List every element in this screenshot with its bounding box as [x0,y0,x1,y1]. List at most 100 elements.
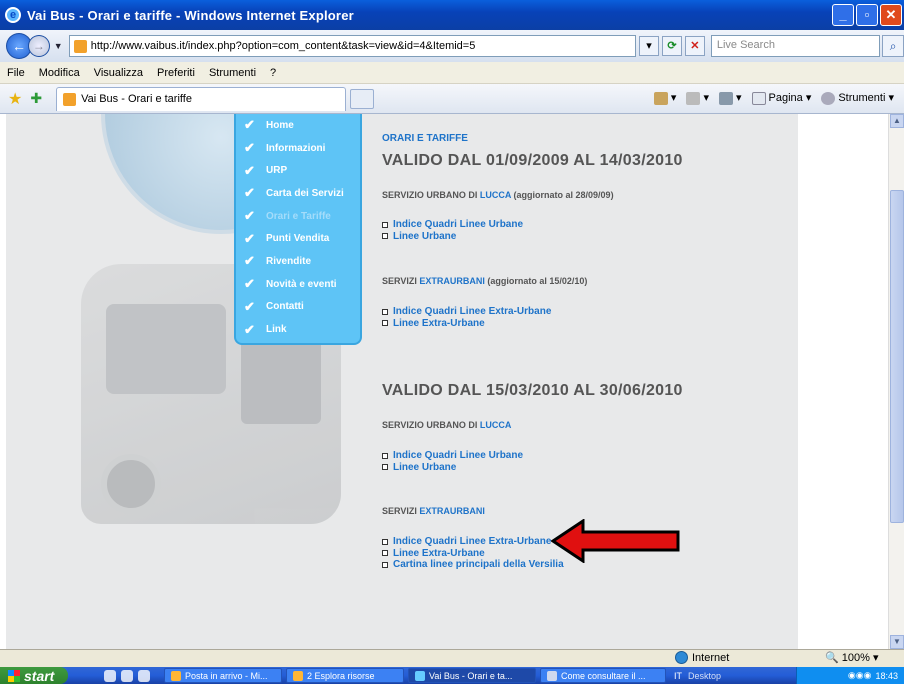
taskbar: start Posta in arrivo - Mi... 2 Esplora … [0,667,904,684]
page-menu-button[interactable]: Pagina ▾ [751,91,811,105]
url-text: http://www.vaibus.it/index.php?option=co… [90,40,476,52]
security-zone: Internet [675,651,729,664]
p1-link-indice-extra[interactable]: Indice Quadri Linee Extra-Urbane [382,306,551,318]
search-icon[interactable]: ⌕ [882,35,904,57]
print-button[interactable]: ▾ [718,91,742,105]
p2-link-indice-extra[interactable]: Indice Quadri Linee Extra-Urbane [382,536,564,548]
word-icon [547,670,557,681]
new-tab-button[interactable] [350,88,375,109]
taskbar-item-posta[interactable]: Posta in arrivo - Mi... [164,668,282,683]
tab-title: Vai Bus - Orari e tariffe [81,93,192,105]
favorites-star-icon[interactable]: ★ [8,89,22,109]
page-menu-label: Pagina [768,92,803,104]
desktop-toolbar[interactable]: Desktop [688,671,721,681]
feeds-button[interactable]: ▾ [686,91,709,105]
zoom-control[interactable]: 🔍 100% ▾ [825,651,878,664]
right-margin [798,114,888,649]
check-icon: ✔ [244,117,255,133]
vertical-scrollbar[interactable]: ▲ ▼ [888,114,904,649]
tab-bar: ★ ✚ Vai Bus - Orari e tariffe ▾ ▾ ▾ Pagi… [0,84,904,114]
tools-menu-button[interactable]: Strumenti ▾ [821,91,894,105]
site-menu-informazioni[interactable]: ✔ Informazioni [236,137,360,160]
home-button[interactable]: ▾ [653,91,676,105]
history-dropdown-icon[interactable]: ▼ [54,41,63,51]
start-label: start [24,667,55,684]
outlook-icon [171,670,181,681]
bullet-icon [382,308,388,315]
bullet-icon [382,221,388,228]
p1-extra-label: SERVIZI EXTRAURBANI (aggiornato al 15/02… [382,276,588,286]
menu-preferiti[interactable]: Preferiti [150,67,202,79]
zoom-level: 100% [841,652,870,664]
gear-icon [821,91,836,105]
scroll-thumb[interactable] [890,190,904,523]
bullet-icon [382,233,388,240]
explorer-quicklaunch-icon[interactable] [138,669,150,682]
check-icon: ✔ [244,298,255,314]
minimize-button[interactable]: _ [832,4,854,26]
taskbar-item-word[interactable]: Come consultare il ... [540,668,666,683]
tab-vaibus[interactable]: Vai Bus - Orari e tariffe [56,86,347,111]
forward-button[interactable]: → [27,35,50,57]
menu-bar: File Modifica Visualizza Preferiti Strum… [0,62,904,84]
site-menu-punti-vendita[interactable]: ✔ Punti Vendita [236,227,360,250]
check-icon: ✔ [244,140,255,156]
zone-label: Internet [692,651,730,664]
menu-file[interactable]: File [0,67,32,79]
maximize-button[interactable]: ▫ [856,4,878,26]
page-icon [751,91,766,105]
site-menu-home[interactable]: ✔ Home [236,114,360,137]
site-menu-contatti[interactable]: ✔ Contatti [236,296,360,319]
site-menu-novita[interactable]: ✔ Novità e eventi [236,273,360,296]
status-bar: Internet 🔍 100% ▾ [0,649,904,667]
check-icon: ✔ [244,230,255,246]
window-title: Vai Bus - Orari e tariffe - Windows Inte… [27,7,354,23]
stop-button[interactable]: ✕ [684,36,705,56]
taskbar-item-esplora[interactable]: 2 Esplora risorse [286,668,404,683]
bullet-icon [382,561,388,568]
tools-menu-label: Strumenti [838,92,886,104]
language-indicator[interactable]: IT [674,671,682,681]
p1-link-linee-urbane[interactable]: Linee Urbane [382,231,523,243]
site-menu-rivendite[interactable]: ✔ Rivendite [236,250,360,273]
refresh-button[interactable]: ⟳ [662,36,682,56]
p2-link-linee-extra[interactable]: Linee Extra-Urbane [382,548,564,560]
quick-launch [104,669,150,682]
system-tray: ◉◉◉ 18:43 [796,667,904,684]
p2-link-indice-urbane[interactable]: Indice Quadri Linee Urbane [382,450,523,462]
close-button[interactable]: ✕ [880,4,902,26]
p2-link-cartina-versilia[interactable]: Cartina linee principali della Versilia [382,559,564,571]
globe-icon [675,651,688,664]
menu-visualizza[interactable]: Visualizza [87,67,150,79]
site-menu-link[interactable]: ✔ Link [236,318,360,341]
site-menu-carta[interactable]: ✔ Carta dei Servizi [236,182,360,205]
p1-link-indice-urbane[interactable]: Indice Quadri Linee Urbane [382,219,523,231]
clock: 18:43 [875,670,898,681]
taskbar-item-vaibus[interactable]: Vai Bus - Orari e ta... [408,668,536,683]
section-title: ORARI E TARIFFE [382,133,468,144]
site-menu: ✔ Home ✔ Informazioni ✔ URP ✔ Carta dei Serv… [234,114,362,345]
start-button[interactable]: start [0,667,68,684]
feeds-icon [686,91,701,105]
url-field[interactable]: http://www.vaibus.it/index.php?option=co… [68,35,637,57]
site-menu-orari[interactable]: ✔ Orari e Tariffe [236,205,360,228]
p2-extra-label: SERVIZI EXTRAURBANI [382,506,485,516]
p1-link-linee-extra[interactable]: Linee Extra-Urbane [382,318,551,330]
bullet-icon [382,464,388,471]
outlook-quicklaunch-icon[interactable] [121,669,133,682]
site-menu-urp[interactable]: ✔ URP [236,159,360,182]
menu-strumenti[interactable]: Strumenti [202,67,263,79]
search-input[interactable]: Live Search [710,35,881,57]
tray-icons[interactable]: ◉◉◉ [848,670,872,681]
scroll-down-icon[interactable]: ▼ [890,635,904,649]
menu-help[interactable]: ? [263,67,283,79]
p2-link-linee-urbane[interactable]: Linee Urbane [382,462,523,474]
scroll-up-icon[interactable]: ▲ [890,114,904,128]
tab-favicon-icon [63,92,77,106]
bullet-icon [382,550,388,557]
period-1-heading: VALIDO DAL 01/09/2009 AL 14/03/2010 [382,152,683,169]
add-favorites-icon[interactable]: ✚ [30,90,42,107]
ie-quicklaunch-icon[interactable] [104,669,116,682]
url-dropdown-icon[interactable]: ▾ [639,36,659,56]
menu-modifica[interactable]: Modifica [32,67,87,79]
